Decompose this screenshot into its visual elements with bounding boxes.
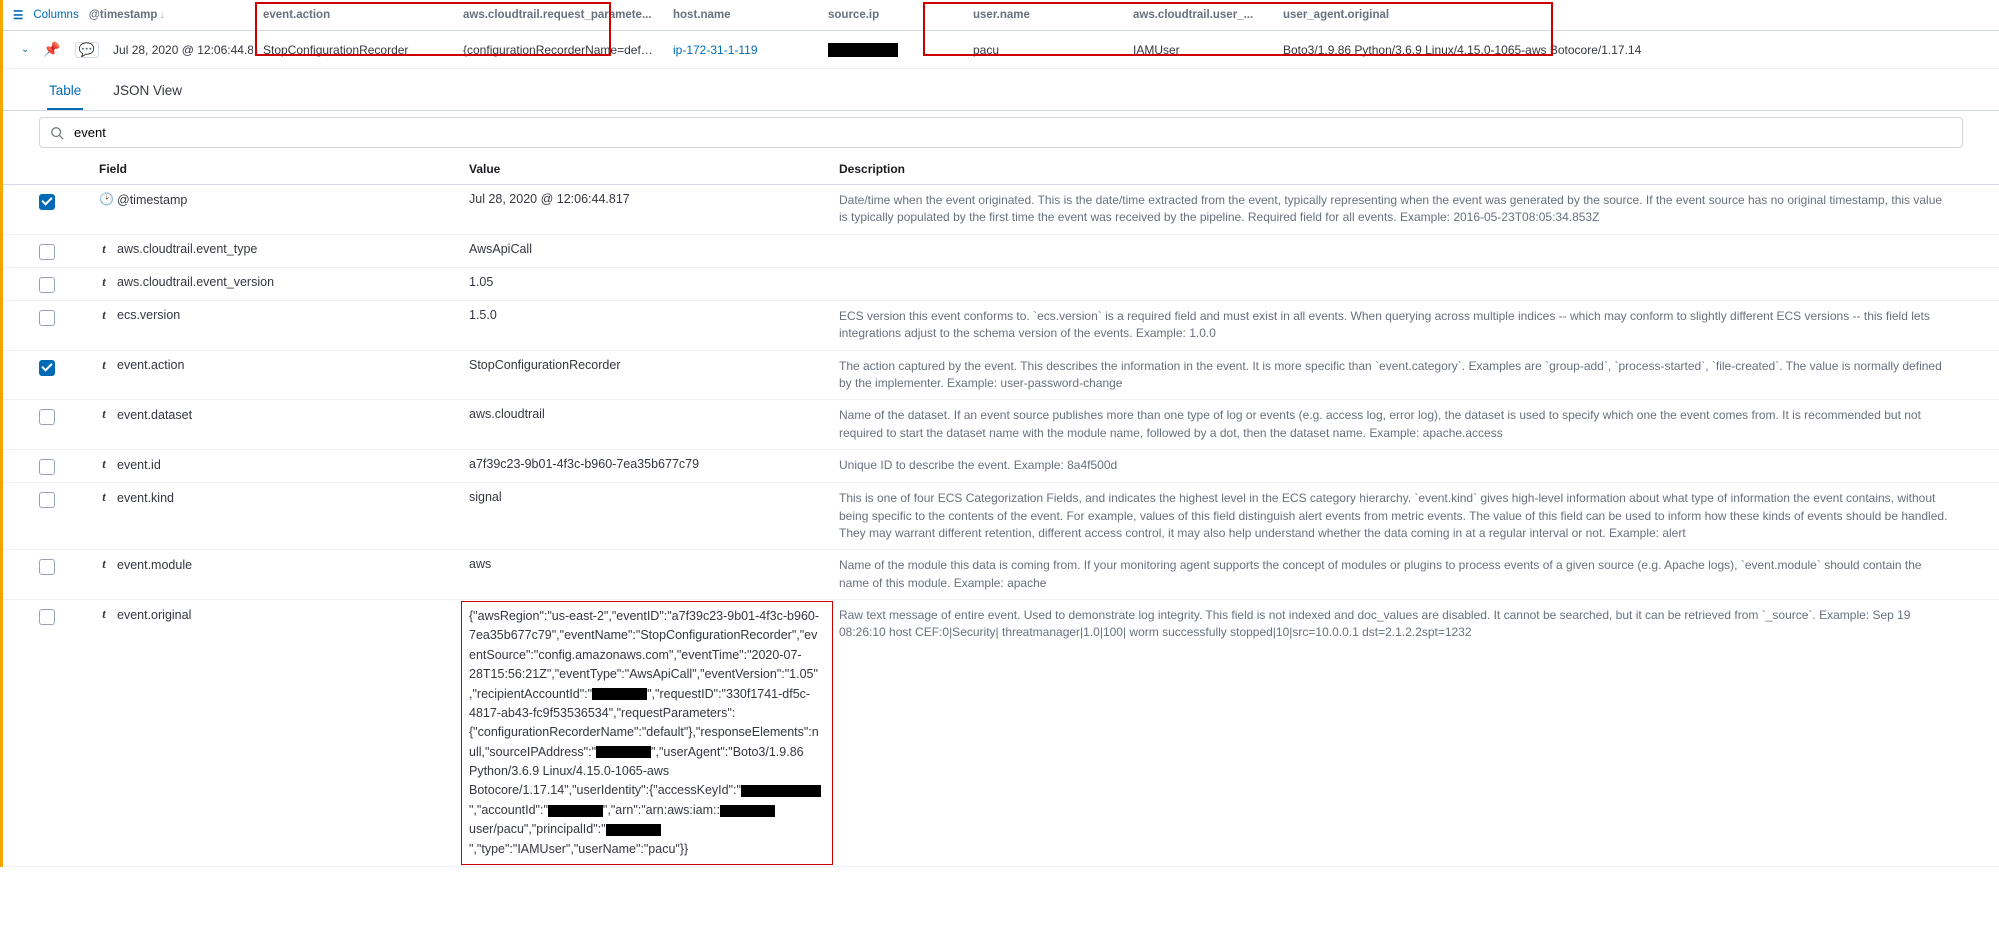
text-type-icon: t (99, 490, 109, 505)
field-name: aws.cloudtrail.event_type (117, 242, 257, 256)
field-name: event.id (117, 458, 161, 472)
text-type-icon: t (99, 557, 109, 572)
cell-user-type: IAMUser (1123, 33, 1273, 67)
field-checkbox[interactable] (39, 277, 55, 293)
text-type-icon: t (99, 457, 109, 472)
field-checkbox[interactable] (39, 609, 55, 625)
columns-header: ☰ Columns @timestamp↓ event.action aws.c… (3, 0, 1999, 31)
field-checkbox[interactable] (39, 194, 55, 210)
search-icon (50, 126, 64, 140)
field-search[interactable] (39, 117, 1963, 148)
field-checkbox[interactable] (39, 559, 55, 575)
field-description: Name of the dataset. If an event source … (839, 407, 1963, 442)
field-value: signal (469, 490, 839, 504)
text-type-icon: t (99, 407, 109, 422)
cell-request-params: {configurationRecorderName=default} (453, 33, 663, 67)
field-name: event.original (117, 608, 191, 622)
field-row: t event.kind signalThis is one of four ECS… (3, 483, 1999, 550)
cell-host-name[interactable]: ip-172-31-1-119 (663, 33, 818, 67)
th-field: Field (99, 162, 469, 176)
columns-link[interactable]: Columns (33, 9, 78, 21)
field-name: event.kind (117, 491, 174, 505)
field-checkbox[interactable] (39, 310, 55, 326)
field-value: AwsApiCall (469, 242, 839, 256)
field-description: Unique ID to describe the event. Example… (839, 457, 1963, 474)
field-checkbox[interactable] (39, 360, 55, 376)
field-row: t aws.cloudtrail.event_version 1.05 (3, 268, 1999, 301)
col-user-agent[interactable]: user_agent.original (1273, 1, 1999, 29)
field-checkbox[interactable] (39, 409, 55, 425)
field-name: event.module (117, 558, 192, 572)
tab-table[interactable]: Table (47, 83, 83, 110)
cell-timestamp: Jul 28, 2020 @ 12:06:44.817 (113, 43, 253, 57)
field-value: aws.cloudtrail (469, 407, 839, 421)
field-checkbox[interactable] (39, 244, 55, 260)
field-description: ECS version this event conforms to. `ecs… (839, 308, 1963, 343)
field-row: t event.module awsName of the module this … (3, 550, 1999, 600)
columns-icon[interactable]: ☰ (13, 8, 23, 22)
text-type-icon: t (99, 308, 109, 323)
col-event-action[interactable]: event.action (253, 1, 453, 29)
th-value: Value (469, 162, 839, 176)
field-description: Name of the module this data is coming f… (839, 557, 1963, 592)
text-type-icon: t (99, 358, 109, 373)
detail-tabs: Table JSON View (3, 69, 1999, 111)
pin-icon[interactable]: 📌 (43, 41, 60, 58)
col-source-ip[interactable]: source.ip (818, 1, 963, 29)
cell-user-name: pacu (963, 33, 1123, 67)
field-row: t aws.cloudtrail.event_type AwsApiCall (3, 235, 1999, 268)
field-row: t ecs.version 1.5.0ECS version this event … (3, 301, 1999, 351)
field-value: StopConfigurationRecorder (469, 358, 839, 372)
field-name: event.dataset (117, 408, 192, 422)
cell-source-ip (818, 32, 963, 67)
field-value: a7f39c23-9b01-4f3c-b960-7ea35b677c79 (469, 457, 839, 471)
field-value: 1.05 (469, 275, 839, 289)
field-row: t event.original {"awsRegion":"us-east-2",… (3, 600, 1999, 867)
cell-event-action: StopConfigurationRecorder (253, 33, 453, 67)
col-request-parameters[interactable]: aws.cloudtrail.request_paramete... (453, 1, 663, 29)
expand-caret-icon[interactable]: ⌄ (21, 44, 29, 55)
cell-user-agent: Boto3/1.9.86 Python/3.6.9 Linux/4.15.0-1… (1273, 33, 1999, 67)
field-checkbox[interactable] (39, 492, 55, 508)
field-value: 1.5.0 (469, 308, 839, 322)
text-type-icon: t (99, 275, 109, 290)
field-row: t event.id a7f39c23-9b01-4f3c-b960-7ea35b6… (3, 450, 1999, 483)
field-description: The action captured by the event. This d… (839, 358, 1963, 393)
field-value: {"awsRegion":"us-east-2","eventID":"a7f3… (469, 607, 839, 859)
field-name: event.action (117, 358, 184, 372)
field-row: t event.dataset aws.cloudtrailName of the … (3, 400, 1999, 450)
tab-json-view[interactable]: JSON View (111, 83, 184, 110)
field-description: Date/time when the event originated. Thi… (839, 192, 1963, 227)
field-value: aws (469, 557, 839, 571)
field-description: Raw text message of entire event. Used t… (839, 607, 1963, 642)
field-checkbox[interactable] (39, 459, 55, 475)
field-row: @timestamp Jul 28, 2020 @ 12:06:44.817Dat… (3, 185, 1999, 235)
field-value: Jul 28, 2020 @ 12:06:44.817 (469, 192, 839, 206)
field-name: ecs.version (117, 308, 180, 322)
text-type-icon: t (99, 607, 109, 622)
field-name: aws.cloudtrail.event_version (117, 275, 274, 289)
col-timestamp[interactable]: @timestamp↓ (89, 9, 165, 21)
field-description: This is one of four ECS Categorization F… (839, 490, 1963, 542)
event-row[interactable]: ⌄ 📌 💬 Jul 28, 2020 @ 12:06:44.817 StopCo… (3, 31, 1999, 69)
text-type-icon: t (99, 242, 109, 257)
col-user-name[interactable]: user.name (963, 1, 1123, 29)
col-cloudtrail-user[interactable]: aws.cloudtrail.user_... (1123, 1, 1273, 29)
detail-table-head: Field Value Description (3, 148, 1999, 185)
field-name: @timestamp (117, 193, 187, 207)
th-description: Description (839, 162, 1963, 176)
col-host-name[interactable]: host.name (663, 1, 818, 29)
clock-icon (99, 192, 109, 207)
comment-icon[interactable]: 💬 (75, 42, 99, 58)
field-row: t event.action StopConfigurationRecorderTh… (3, 351, 1999, 401)
search-input[interactable] (74, 125, 1952, 140)
